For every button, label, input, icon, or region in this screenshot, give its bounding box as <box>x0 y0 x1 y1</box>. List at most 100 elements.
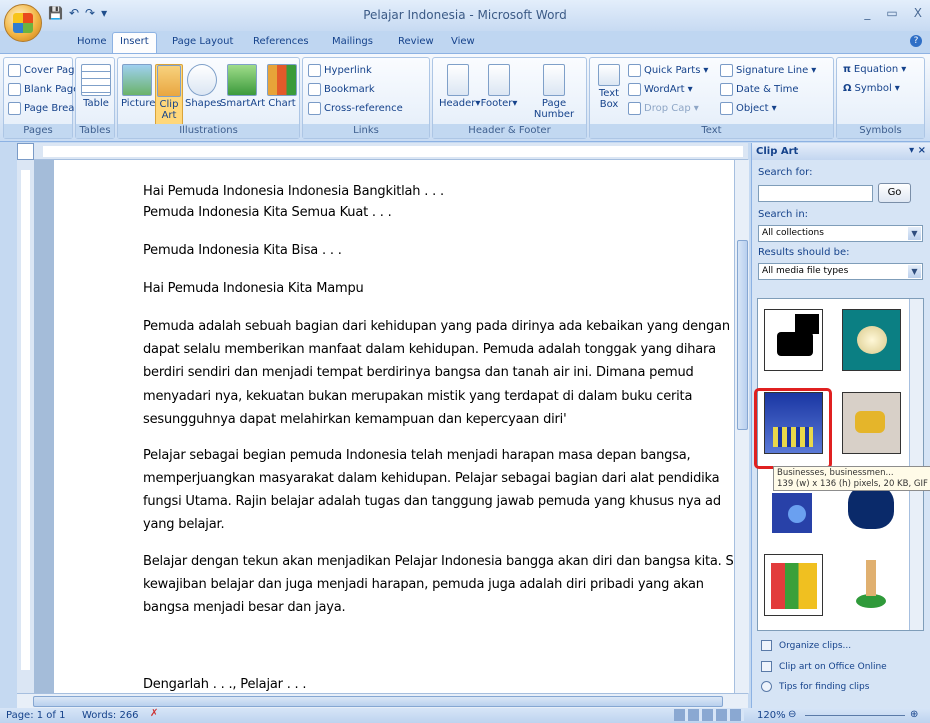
ribbon-tabs: Home Insert Page Layout References Maili… <box>0 31 930 54</box>
clip-thumbnail[interactable] <box>842 554 901 616</box>
date-time-icon <box>720 83 733 96</box>
smartart-button[interactable]: SmartArt <box>220 64 265 109</box>
cover-page-icon <box>8 64 21 77</box>
tab-references[interactable]: References <box>253 36 309 47</box>
object-button[interactable]: Object ▾ <box>720 102 777 115</box>
footer-icon <box>488 64 510 96</box>
document-page[interactable]: Hai Pemuda Indonesia Indonesia Bangkitla… <box>54 160 734 693</box>
bookmark-icon <box>308 83 321 96</box>
search-in-select[interactable]: All collections ▼ <box>758 225 923 242</box>
results-scrollbar[interactable] <box>909 299 923 630</box>
text-box-button[interactable]: Text Box <box>594 64 624 110</box>
links-group: Hyperlink Bookmark Cross-reference Links <box>302 57 430 139</box>
tab-mailings[interactable]: Mailings <box>332 36 373 47</box>
document-area[interactable]: Hai Pemuda Indonesia Indonesia Bangkitla… <box>34 160 734 693</box>
tab-view[interactable]: View <box>451 36 475 47</box>
cross-reference-button[interactable]: Cross-reference <box>308 102 403 115</box>
wordart-button[interactable]: WordArt ▾ <box>628 83 693 96</box>
zoom-in-icon[interactable]: ⊕ <box>910 709 918 720</box>
zoom-out-icon[interactable]: ⊖ <box>788 709 796 720</box>
media-type-select[interactable]: All media file types ▼ <box>758 263 923 280</box>
drop-cap-button[interactable]: Drop Cap ▾ <box>628 102 699 115</box>
clip-thumbnail[interactable] <box>842 392 901 454</box>
object-icon <box>720 102 733 115</box>
pages-group-label: Pages <box>4 124 72 138</box>
illustrations-group: Picture Clip Art Shapes SmartArt Chart I… <box>117 57 300 139</box>
text-box-icon <box>598 64 620 86</box>
vertical-ruler[interactable] <box>17 160 34 693</box>
horizontal-scrollbar[interactable] <box>17 693 748 708</box>
date-time-button[interactable]: Date & Time <box>720 83 799 96</box>
clip-thumbnail[interactable] <box>764 554 823 616</box>
clip-art-online-link[interactable]: Clip art on Office Online <box>761 661 887 672</box>
close-button[interactable]: X <box>914 6 922 20</box>
wordart-icon <box>628 83 641 96</box>
selected-clip-highlight <box>754 388 832 469</box>
quick-parts-button[interactable]: Quick Parts ▾ <box>628 64 708 77</box>
clip-art-button[interactable]: Clip Art <box>155 64 183 130</box>
vertical-scrollbar[interactable] <box>734 160 749 693</box>
clip-art-icon <box>157 65 181 97</box>
shapes-button[interactable]: Shapes <box>185 64 222 109</box>
chevron-down-icon: ▼ <box>908 265 921 278</box>
signature-line-button[interactable]: Signature Line ▾ <box>720 64 816 77</box>
equation-button[interactable]: π Equation ▾ <box>843 64 906 75</box>
pane-close-icon[interactable]: ▾ × <box>909 145 926 156</box>
cross-reference-icon <box>308 102 321 115</box>
doc-line: Pemuda Indonesia Kita Bisa . . . <box>143 243 342 258</box>
doc-line: kewajiban belajar dan juga menjadi harap… <box>143 577 704 592</box>
clip-thumbnail[interactable] <box>842 309 901 371</box>
page-number-icon <box>543 64 565 96</box>
organize-clips-icon <box>761 640 772 651</box>
zoom-level[interactable]: 120% <box>757 710 786 721</box>
header-button[interactable]: Header▾ <box>439 64 480 109</box>
links-group-label: Links <box>303 124 429 138</box>
view-buttons[interactable] <box>674 709 744 721</box>
chevron-down-icon: ▼ <box>908 227 921 240</box>
blank-page-button[interactable]: Blank Page <box>8 83 79 96</box>
illustrations-group-label: Illustrations <box>118 124 299 138</box>
page-number-button[interactable]: Page Number <box>525 64 583 120</box>
scroll-thumb[interactable] <box>737 240 748 430</box>
status-bar: Page: 1 of 1 Words: 266 ✗ 120% ⊖ ⊕ <box>0 708 930 723</box>
horizontal-scroll-thumb[interactable] <box>33 696 723 707</box>
page-count[interactable]: Page: 1 of 1 <box>6 710 65 721</box>
help-icon[interactable]: ? <box>910 35 922 47</box>
maximize-button[interactable]: ▭ <box>886 6 897 20</box>
tables-group-label: Tables <box>76 124 114 138</box>
symbols-group: π Equation ▾ Ω Symbol ▾ Symbols <box>836 57 925 139</box>
picture-button[interactable]: Picture <box>121 64 155 109</box>
chart-button[interactable]: Chart <box>266 64 298 109</box>
doc-line: Belajar dengan tekun akan menjadikan Pel… <box>143 554 734 569</box>
search-input[interactable] <box>758 185 873 202</box>
results-label: Results should be: <box>758 247 850 258</box>
organize-clips-link[interactable]: Organize clips... <box>761 640 851 651</box>
tab-selector-icon[interactable] <box>17 143 34 160</box>
pi-icon: π <box>843 64 851 75</box>
zoom-slider[interactable] <box>805 715 905 716</box>
hyperlink-button[interactable]: Hyperlink <box>308 64 372 77</box>
doc-line: Pelajar sebagai begian pemuda Indonesia … <box>143 448 691 463</box>
doc-line: berdiri sendiri dan menjadi tempat berdi… <box>143 365 694 380</box>
minimize-button[interactable]: _ <box>864 6 870 20</box>
word-count[interactable]: Words: 266 <box>82 710 139 721</box>
clip-thumbnail[interactable] <box>764 309 823 371</box>
symbols-group-label: Symbols <box>837 124 924 138</box>
page-break-button[interactable]: Page Break <box>8 102 80 115</box>
office-button[interactable] <box>4 4 42 42</box>
tips-finding-clips-link[interactable]: Tips for finding clips <box>761 681 869 692</box>
tab-review[interactable]: Review <box>398 36 434 47</box>
bookmark-button[interactable]: Bookmark <box>308 83 375 96</box>
symbol-button[interactable]: Ω Symbol ▾ <box>843 83 900 94</box>
text-group: Text Box Quick Parts ▾ WordArt ▾ Drop Cap ▾… <box>589 57 834 139</box>
table-button[interactable]: Table <box>81 64 111 109</box>
doc-line: menyadari nya, kekuatan bukan merupakan … <box>143 389 693 404</box>
tab-home[interactable]: Home <box>77 36 107 47</box>
go-button[interactable]: Go <box>878 183 911 203</box>
footer-button[interactable]: Footer▾ <box>480 64 518 109</box>
horizontal-ruler[interactable] <box>17 143 748 160</box>
tab-page-layout[interactable]: Page Layout <box>172 36 233 47</box>
proofing-icon[interactable]: ✗ <box>150 708 158 719</box>
tab-insert[interactable]: Insert <box>112 32 157 54</box>
window-title: Pelajar Indonesia - Microsoft Word <box>363 8 567 22</box>
